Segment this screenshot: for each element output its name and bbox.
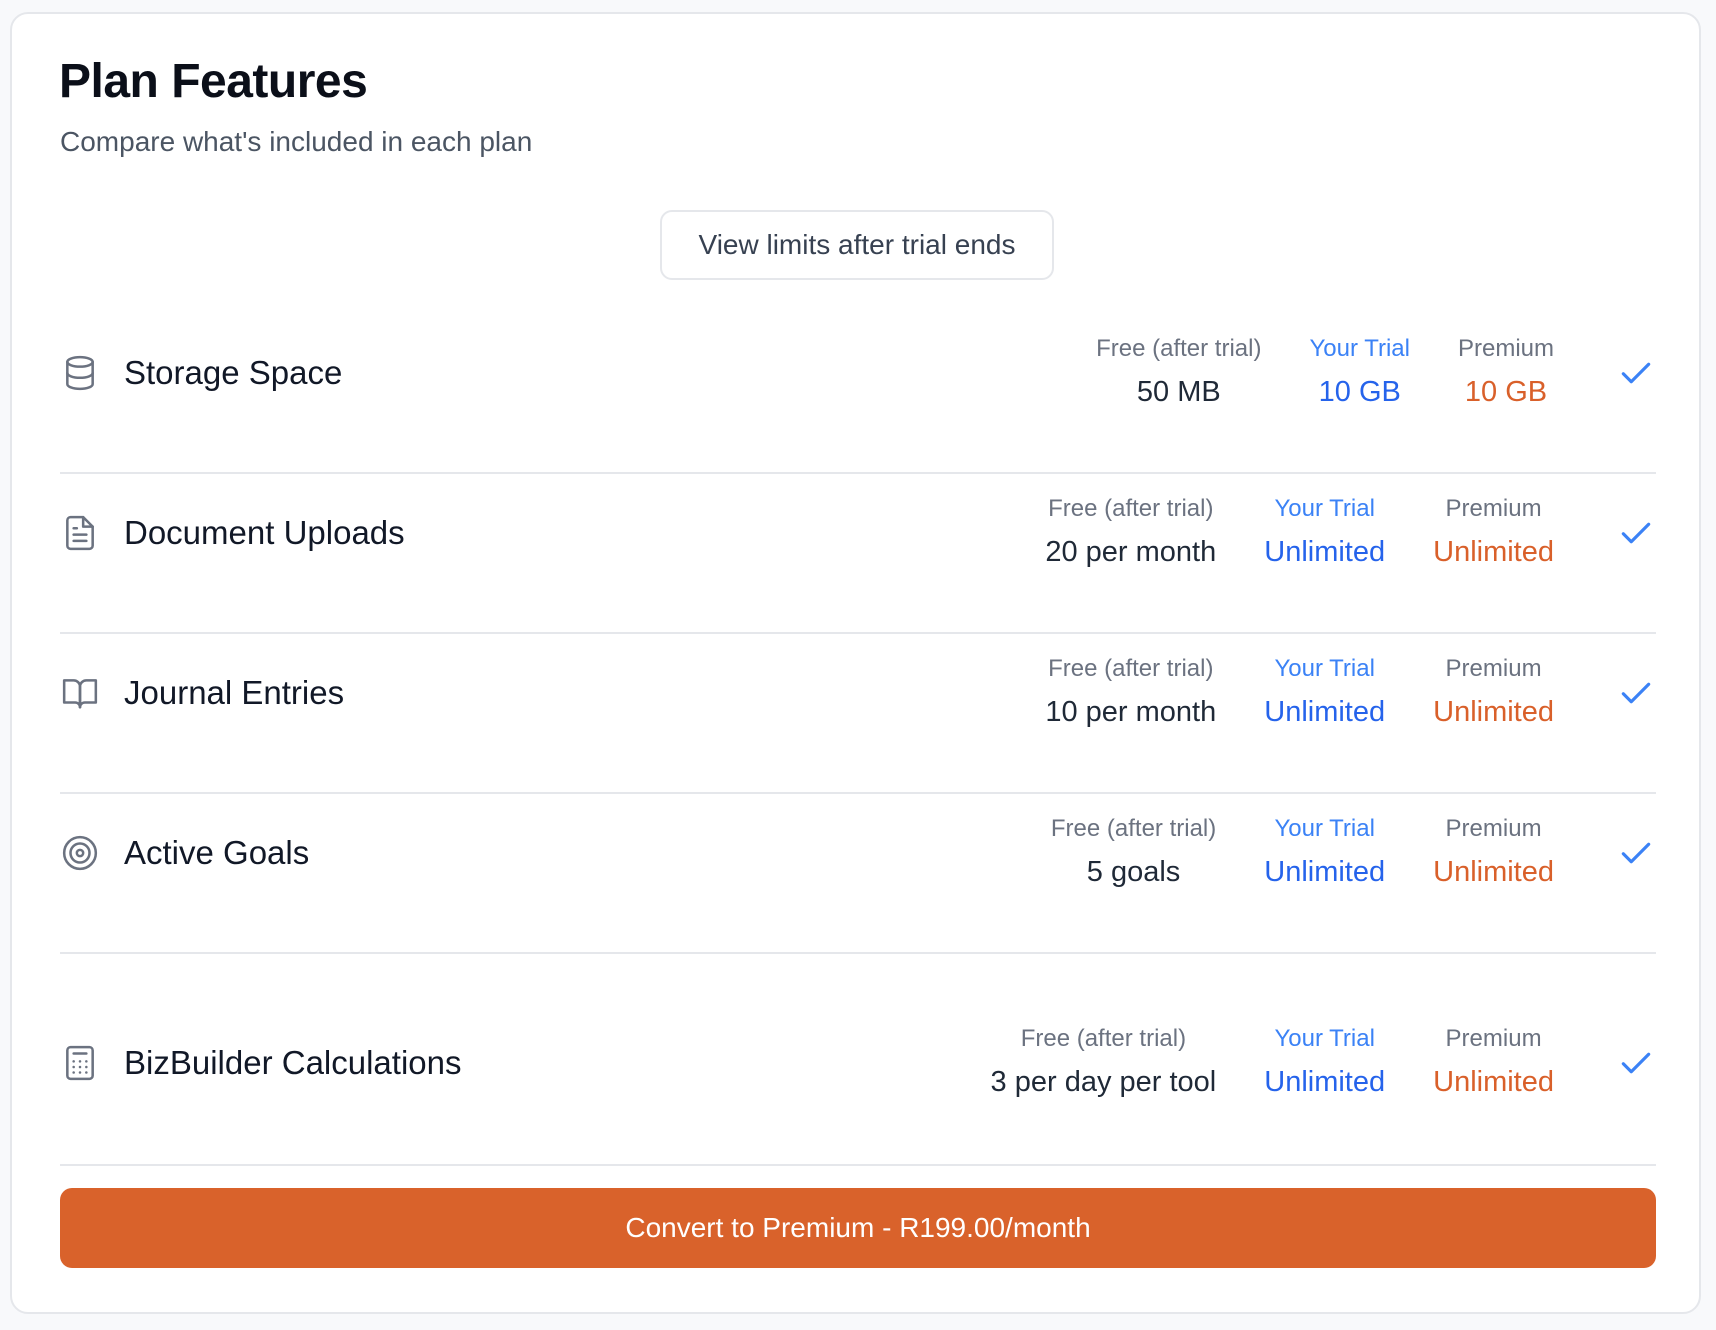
page-title: Plan Features <box>59 55 368 108</box>
premium-plan-value: Unlimited <box>1433 856 1554 888</box>
trial-plan-header: Your Trial <box>1274 655 1375 682</box>
premium-plan-value: Unlimited <box>1433 536 1554 568</box>
feature-name: Document Uploads <box>60 474 405 592</box>
book-icon <box>60 673 100 713</box>
plan-values: Free (after trial) 5 goals Your Trial Un… <box>1051 794 1656 912</box>
trial-plan-value: 10 GB <box>1318 376 1401 408</box>
database-icon <box>60 353 100 393</box>
trial-plan-value: Unlimited <box>1264 696 1386 728</box>
premium-plan-header: Premium <box>1457 335 1554 362</box>
check-icon <box>1616 353 1656 393</box>
premium-plan-column: Premium Unlimited <box>1433 1024 1554 1102</box>
feature-list: Storage Space Free (after trial) 50 MB Y… <box>60 314 1656 1166</box>
trial-plan-column: Your Trial Unlimited <box>1264 1024 1385 1102</box>
trial-plan-header: Your Trial <box>1274 495 1375 522</box>
check-icon <box>1616 673 1656 713</box>
trial-plan-header: Your Trial <box>1274 1025 1375 1052</box>
free-plan-header: Free (after trial) <box>1048 655 1214 682</box>
free-plan-value: 20 per month <box>1045 536 1217 568</box>
free-plan-column: Free (after trial) 50 MB <box>1096 334 1261 412</box>
free-plan-column: Free (after trial) 5 goals <box>1051 814 1216 892</box>
feature-row-bizbuilder-calculations: BizBuilder Calculations Free (after tria… <box>60 954 1656 1166</box>
feature-row-active-goals: Active Goals Free (after trial) 5 goals … <box>60 794 1656 954</box>
plan-values: Free (after trial) 50 MB Your Trial 10 G… <box>1096 314 1656 432</box>
page-subtitle: Compare what's included in each plan <box>60 126 533 157</box>
premium-plan-column: Premium 10 GB <box>1458 334 1554 412</box>
calculator-icon <box>60 1043 100 1083</box>
document-icon <box>60 513 100 553</box>
free-plan-column: Free (after trial) 20 per month <box>1045 494 1216 572</box>
feature-row-document-uploads: Document Uploads Free (after trial) 20 p… <box>60 474 1656 634</box>
check-icon <box>1616 833 1656 873</box>
premium-plan-value: 10 GB <box>1464 376 1548 408</box>
check-icon <box>1616 513 1656 553</box>
trial-plan-column: Your Trial Unlimited <box>1264 814 1385 892</box>
premium-plan-header: Premium <box>1445 815 1542 842</box>
premium-plan-column: Premium Unlimited <box>1433 654 1554 732</box>
view-limits-after-trial-button[interactable]: View limits after trial ends <box>660 210 1054 280</box>
feature-name: BizBuilder Calculations <box>60 954 462 1172</box>
trial-plan-value: Unlimited <box>1264 1066 1386 1098</box>
free-plan-column: Free (after trial) 3 per day per tool <box>991 1024 1217 1102</box>
feature-name: Active Goals <box>60 794 309 912</box>
premium-plan-value: Unlimited <box>1433 1066 1554 1098</box>
trial-plan-column: Your Trial Unlimited <box>1264 654 1385 732</box>
free-plan-header: Free (after trial) <box>1048 495 1214 522</box>
premium-plan-column: Premium Unlimited <box>1433 494 1554 572</box>
trial-plan-column: Your Trial Unlimited <box>1264 494 1385 572</box>
feature-label: Storage Space <box>124 354 343 391</box>
feature-row-storage-space: Storage Space Free (after trial) 50 MB Y… <box>60 314 1656 474</box>
free-plan-header: Free (after trial) <box>1050 815 1217 842</box>
plan-features-card: Plan Features Compare what's included in… <box>10 12 1701 1314</box>
target-icon <box>60 833 100 873</box>
premium-plan-header: Premium <box>1445 1025 1542 1052</box>
feature-name: Journal Entries <box>60 634 344 752</box>
free-plan-value: 10 per month <box>1045 696 1217 728</box>
feature-label: Active Goals <box>124 834 310 871</box>
feature-label: Journal Entries <box>124 674 345 711</box>
plan-values: Free (after trial) 3 per day per tool Yo… <box>991 954 1656 1172</box>
free-plan-column: Free (after trial) 10 per month <box>1045 654 1216 732</box>
free-plan-header: Free (after trial) <box>1096 335 1262 362</box>
premium-plan-header: Premium <box>1445 495 1542 522</box>
free-plan-value: 3 per day per tool <box>990 1066 1217 1098</box>
trial-plan-column: Your Trial 10 GB <box>1309 334 1410 412</box>
plan-values: Free (after trial) 10 per month Your Tri… <box>1045 634 1656 752</box>
feature-label: BizBuilder Calculations <box>124 1044 462 1081</box>
trial-plan-value: Unlimited <box>1264 536 1386 568</box>
convert-to-premium-button[interactable]: Convert to Premium - R199.00/month <box>60 1188 1656 1268</box>
feature-label: Document Uploads <box>124 514 405 551</box>
free-plan-value: 50 MB <box>1136 376 1221 408</box>
plan-values: Free (after trial) 20 per month Your Tri… <box>1045 474 1656 592</box>
premium-plan-header: Premium <box>1445 655 1542 682</box>
trial-plan-header: Your Trial <box>1274 815 1375 842</box>
feature-name: Storage Space <box>60 314 342 432</box>
trial-plan-header: Your Trial <box>1309 335 1410 362</box>
check-icon <box>1616 1043 1656 1083</box>
premium-plan-value: Unlimited <box>1433 696 1554 728</box>
trial-plan-value: Unlimited <box>1264 856 1386 888</box>
free-plan-header: Free (after trial) <box>1020 1025 1187 1052</box>
premium-plan-column: Premium Unlimited <box>1433 814 1554 892</box>
feature-row-journal-entries: Journal Entries Free (after trial) 10 pe… <box>60 634 1656 794</box>
free-plan-value: 5 goals <box>1086 856 1181 888</box>
